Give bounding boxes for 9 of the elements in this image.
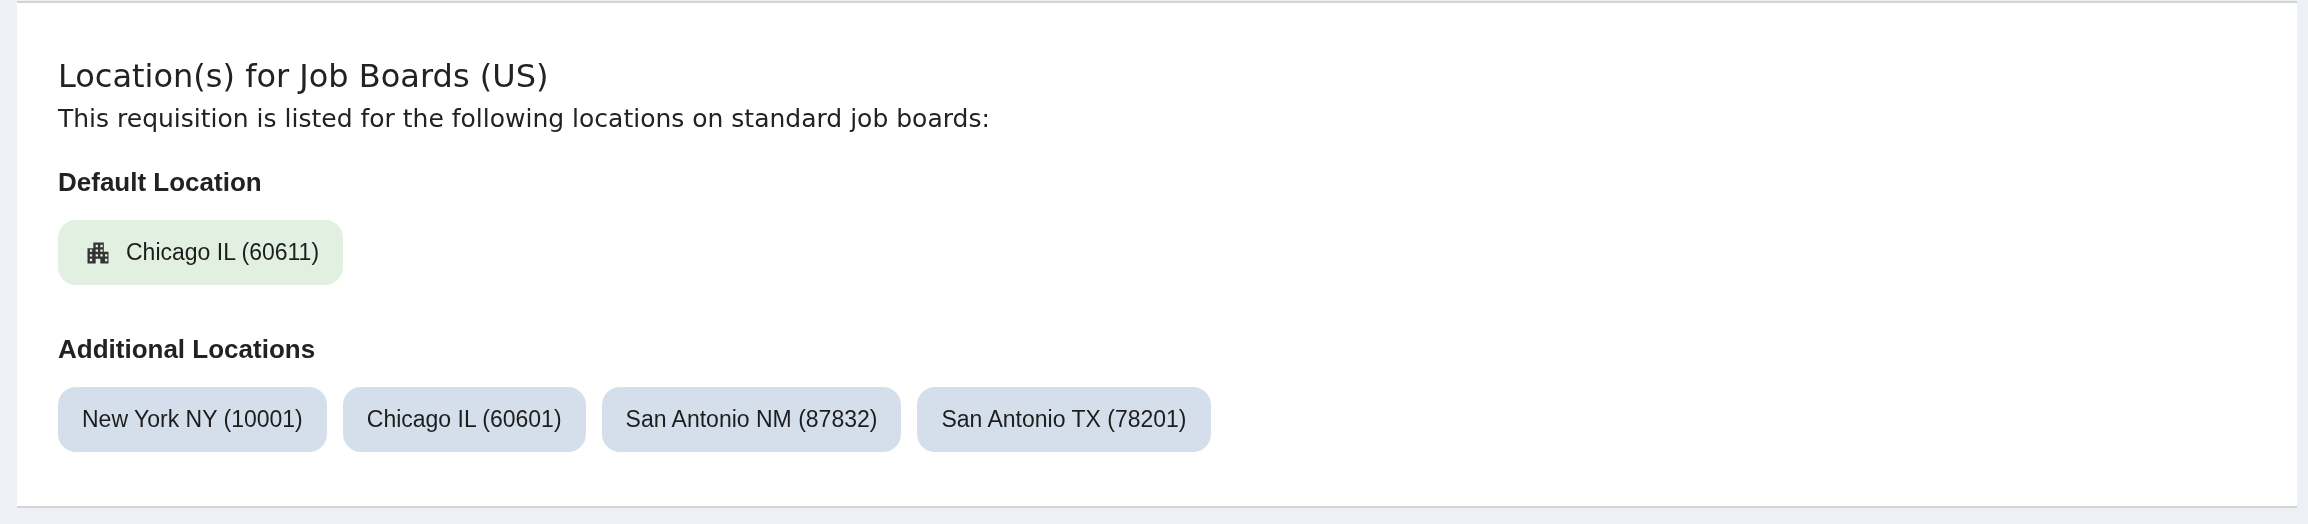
section-title: Location(s) for Job Boards (US) (58, 56, 550, 97)
section-heading: Default Location (58, 166, 263, 199)
location-chip: Chicago IL (60611) (58, 220, 344, 285)
description-text: This requisition is listed for the following locations on standard job boards: (58, 103, 991, 135)
location-chip: Chicago IL (60601) (342, 387, 586, 452)
location-chip: San Antonio NM (87832) (601, 387, 902, 452)
location-chip: San Antonio TX (78201) (917, 387, 1211, 452)
section-heading: Additional Locations (58, 333, 317, 366)
location-chip: New York NY (10001) (58, 387, 327, 452)
